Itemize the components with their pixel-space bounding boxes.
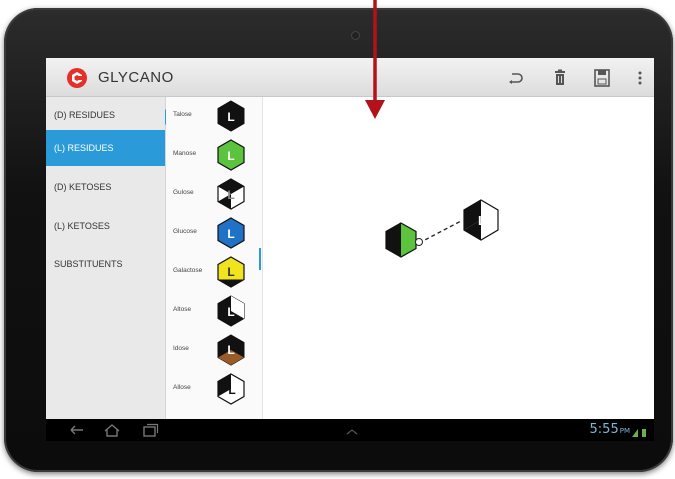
residue-manose[interactable]: Manose L [166, 136, 262, 175]
undo-icon[interactable] [506, 68, 526, 88]
category-list: (D) RESIDUES (L) RESIDUES (D) KETOSES (L… [46, 97, 166, 419]
residue-label: Allose [173, 384, 191, 391]
glycosidic-bond[interactable] [418, 220, 462, 244]
app-title: GLYCANO [98, 69, 174, 86]
residue-label: Idose [173, 345, 189, 352]
svg-text:L: L [227, 265, 234, 279]
category-label: (D) RESIDUES [54, 110, 116, 120]
category-substituents[interactable]: SUBSTITUENTS [46, 246, 165, 282]
svg-text:L: L [228, 383, 235, 397]
hexagon-icon: L [216, 256, 246, 288]
chevron-up-icon[interactable] [342, 425, 362, 439]
home-icon[interactable] [102, 423, 122, 437]
palette-scrollbar[interactable] [259, 248, 261, 270]
svg-text:L: L [227, 227, 234, 241]
residue-label: Manose [173, 150, 197, 157]
svg-text:L: L [227, 110, 234, 124]
residue-label: Talose [173, 111, 192, 118]
svg-text:L: L [227, 188, 234, 202]
hexagon-icon: L [216, 373, 246, 405]
status-clock: 5:55PM [590, 422, 630, 437]
residue-talose[interactable]: Talose L [166, 97, 262, 136]
residue-palette: Talose L Manose L Gulose L Glucose L Gal… [166, 97, 263, 419]
category-label: (L) RESIDUES [54, 143, 114, 153]
residue-galactose[interactable]: Galactose L [166, 253, 262, 292]
save-icon[interactable] [592, 68, 612, 88]
manose-node[interactable] [385, 222, 417, 258]
front-camera [352, 32, 359, 39]
recent-apps-icon[interactable] [140, 423, 160, 437]
signal-battery-icon [632, 425, 648, 437]
category-label: (L) KETOSES [54, 221, 110, 231]
category-l-ketoses[interactable]: (L) KETOSES [46, 208, 165, 244]
hexagon-icon: L [216, 178, 246, 210]
clock-time: 5:55 [589, 422, 619, 437]
svg-text:L: L [227, 305, 234, 319]
residue-gulose[interactable]: Gulose L [166, 175, 262, 214]
glycano-logo-icon [66, 67, 88, 89]
category-d-residues[interactable]: (D) RESIDUES [46, 97, 165, 133]
trash-icon[interactable] [550, 68, 570, 88]
residue-glucose[interactable]: Glucose L [166, 214, 262, 253]
category-l-residues[interactable]: (L) RESIDUES [46, 130, 165, 166]
residue-idose[interactable]: Idose L [166, 331, 262, 370]
residue-allose[interactable]: Allose L [166, 370, 262, 409]
category-label: SUBSTITUENTS [54, 259, 123, 269]
category-label: (D) KETOSES [54, 182, 112, 192]
tablet-frame: GLYCANO (D) RESIDUES (L) RESIDUES (D) KE… [4, 8, 673, 472]
residue-label: Altose [173, 306, 192, 313]
hexagon-icon: L [216, 217, 246, 249]
screen: GLYCANO (D) RESIDUES (L) RESIDUES (D) KE… [46, 58, 654, 441]
hexagon-icon: L [216, 139, 246, 171]
action-bar: GLYCANO [46, 58, 654, 97]
system-nav-bar: 5:55PM [46, 419, 654, 441]
svg-text:L: L [227, 149, 234, 163]
clock-ampm: PM [619, 427, 630, 435]
glycan-canvas[interactable]: L [263, 97, 654, 419]
hexagon-icon: L [216, 334, 246, 366]
hexagon-icon: L [216, 100, 246, 132]
gulose-node[interactable]: L [463, 199, 499, 241]
residue-altose[interactable]: Altose L [166, 292, 262, 331]
category-d-ketoses[interactable]: (D) KETOSES [46, 169, 165, 205]
back-icon[interactable] [66, 423, 86, 437]
hexagon-icon: L [216, 295, 246, 327]
svg-text:L: L [478, 213, 486, 228]
residue-label: Galactose [173, 267, 203, 274]
bond-anchor[interactable] [415, 238, 423, 246]
residue-label: Gulose [173, 189, 194, 196]
overflow-menu-icon[interactable] [630, 68, 650, 88]
svg-text:L: L [227, 343, 234, 357]
residue-label: Glucose [173, 228, 197, 235]
